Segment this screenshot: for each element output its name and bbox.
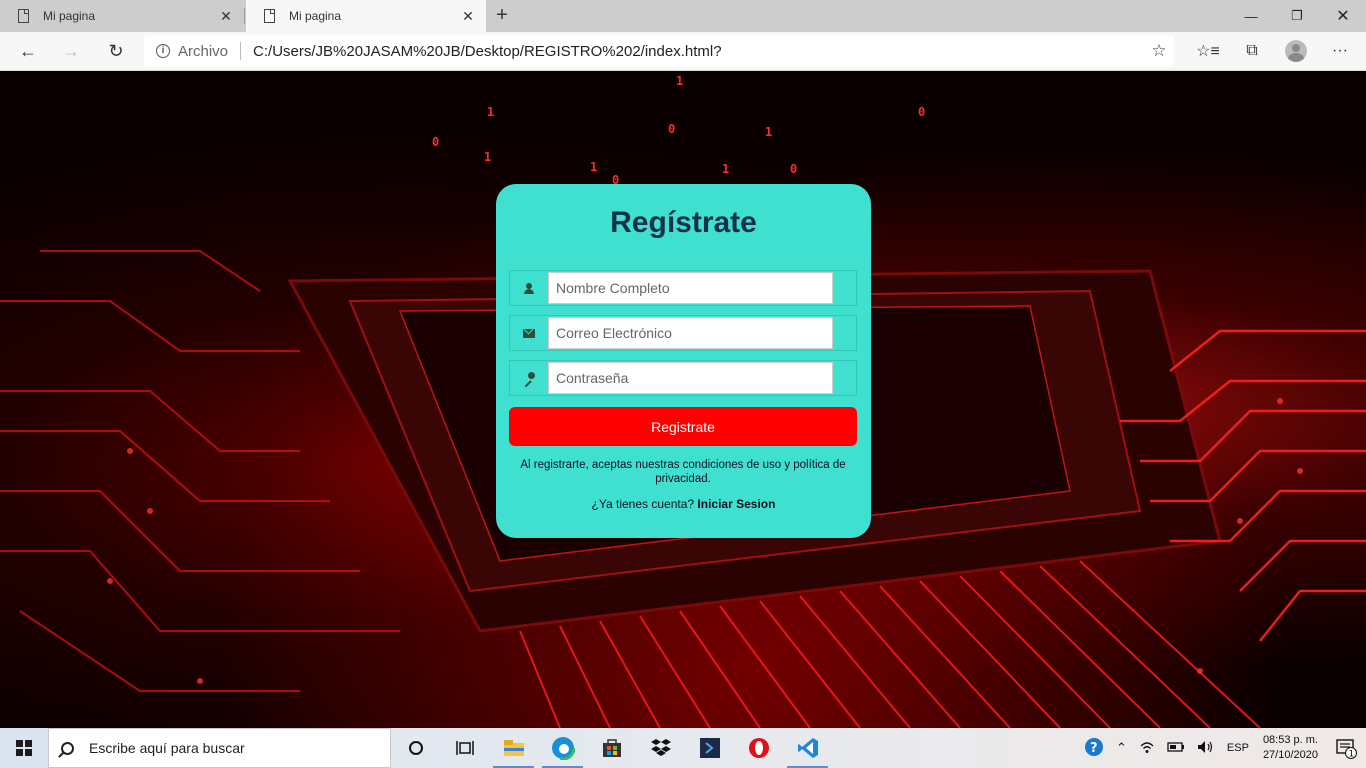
email-input[interactable] xyxy=(548,317,833,349)
terms-text: Al registrarte, aceptas nuestras condici… xyxy=(520,459,846,485)
url-text[interactable]: C:/Users/JB%20JASAM%20JB/Desktop/REGISTR… xyxy=(253,43,1144,60)
login-question: ¿Ya tienes cuenta? xyxy=(591,497,695,511)
address-bar[interactable]: i Archivo C:/Users/JB%20JASAM%20JB/Deskt… xyxy=(144,35,1174,67)
system-tray: ? ⌃ ESP 08:53 p. m. 27/10/2020 1 xyxy=(1078,728,1366,768)
tab-title: Mi pagina xyxy=(43,9,96,23)
cortana-icon[interactable] xyxy=(391,728,440,768)
document-icon xyxy=(264,9,275,23)
back-button[interactable]: ← xyxy=(12,36,44,66)
file-explorer-icon[interactable] xyxy=(489,728,538,768)
svg-text:0: 0 xyxy=(668,122,675,136)
key-icon xyxy=(510,361,548,395)
password-input[interactable] xyxy=(548,362,833,394)
powershell-icon[interactable] xyxy=(685,728,734,768)
svg-text:1: 1 xyxy=(487,105,494,119)
tab-title: Mi pagina xyxy=(289,9,342,23)
svg-text:1: 1 xyxy=(484,150,491,164)
tab-inactive[interactable]: Mi pagina ✕ xyxy=(0,0,244,32)
envelope-icon xyxy=(510,316,548,350)
close-tab-icon[interactable]: ✕ xyxy=(218,8,234,25)
scheme-label: Archivo xyxy=(178,42,229,60)
language-indicator[interactable]: ESP xyxy=(1221,742,1255,754)
clock[interactable]: 08:53 p. m. 27/10/2020 xyxy=(1255,733,1326,763)
vscode-icon[interactable] xyxy=(783,728,832,768)
svg-text:?: ? xyxy=(1090,741,1098,756)
notification-center-icon[interactable]: 1 xyxy=(1326,728,1366,768)
registration-card: Regístrate Registrate Al registrarte, ac… xyxy=(496,184,871,538)
battery-icon[interactable] xyxy=(1161,741,1191,756)
opera-icon[interactable] xyxy=(734,728,783,768)
taskbar: Escribe aquí para buscar ? ⌃ ESP 08:53 p… xyxy=(0,728,1366,768)
login-prompt: ¿Ya tienes cuenta? Iniciar Sesion xyxy=(496,497,871,511)
form-title: Regístrate xyxy=(610,206,757,239)
user-icon xyxy=(510,271,548,305)
password-field-group xyxy=(509,360,857,396)
new-tab-button[interactable]: + xyxy=(490,4,514,28)
svg-text:0: 0 xyxy=(790,162,797,176)
collections-icon[interactable]: ⧉ xyxy=(1236,36,1268,66)
email-field-group xyxy=(509,315,857,351)
divider xyxy=(240,42,242,60)
svg-text:1: 1 xyxy=(676,74,683,88)
help-icon[interactable]: ? xyxy=(1078,737,1110,760)
edge-browser-icon[interactable] xyxy=(538,728,587,768)
windows-logo-icon xyxy=(16,740,32,756)
name-input[interactable] xyxy=(548,272,833,304)
taskbar-search[interactable]: Escribe aquí para buscar xyxy=(48,728,391,768)
clock-time: 08:53 p. m. xyxy=(1262,734,1318,746)
svg-text:1: 1 xyxy=(765,125,772,139)
tab-active[interactable]: Mi pagina ✕ xyxy=(246,0,486,32)
tab-divider xyxy=(244,8,245,24)
chevron-up-icon[interactable]: ⌃ xyxy=(1110,740,1133,756)
start-button[interactable] xyxy=(0,728,48,768)
store-icon[interactable] xyxy=(587,728,636,768)
dropbox-icon[interactable] xyxy=(636,728,685,768)
clock-date: 27/10/2020 xyxy=(1262,749,1318,761)
register-button[interactable]: Registrate xyxy=(509,407,857,446)
page-viewport: 011 011 010 01 Regístrate Registrate Al … xyxy=(0,71,1366,728)
more-menu-icon[interactable]: ··· xyxy=(1324,36,1356,66)
restore-icon[interactable]: ❐ xyxy=(1274,0,1320,32)
task-view-icon[interactable] xyxy=(440,728,489,768)
toolbar-right: ☆≡ ⧉ ··· xyxy=(1192,36,1356,66)
document-icon xyxy=(18,9,29,23)
wifi-icon[interactable] xyxy=(1133,740,1161,757)
svg-text:1: 1 xyxy=(722,162,729,176)
volume-icon[interactable] xyxy=(1191,740,1221,757)
info-icon[interactable]: i xyxy=(156,44,170,58)
svg-text:0: 0 xyxy=(918,105,925,119)
search-icon xyxy=(61,741,74,755)
svg-text:1: 1 xyxy=(590,160,597,174)
minimize-icon[interactable]: — xyxy=(1228,0,1274,32)
forward-button[interactable]: → xyxy=(55,36,87,66)
search-placeholder: Escribe aquí para buscar xyxy=(89,740,245,756)
login-link[interactable]: Iniciar Sesion xyxy=(697,497,775,511)
name-field-group xyxy=(509,270,857,306)
favorites-icon[interactable]: ☆≡ xyxy=(1192,36,1224,66)
tab-strip: Mi pagina ✕ Mi pagina ✕ + — ❐ ✕ xyxy=(0,0,1366,32)
window-controls: — ❐ ✕ xyxy=(1228,0,1366,32)
profile-avatar-icon[interactable] xyxy=(1285,40,1307,62)
close-window-icon[interactable]: ✕ xyxy=(1320,0,1366,32)
navigation-bar: ← → ↻ i Archivo C:/Users/JB%20JASAM%20JB… xyxy=(0,32,1366,71)
favorite-star-icon[interactable]: ☆ xyxy=(1144,41,1174,61)
refresh-button[interactable]: ↻ xyxy=(100,36,132,66)
close-tab-icon[interactable]: ✕ xyxy=(460,8,476,25)
pinned-apps xyxy=(391,728,832,768)
notification-count: 1 xyxy=(1349,750,1355,760)
svg-text:0: 0 xyxy=(432,135,439,149)
